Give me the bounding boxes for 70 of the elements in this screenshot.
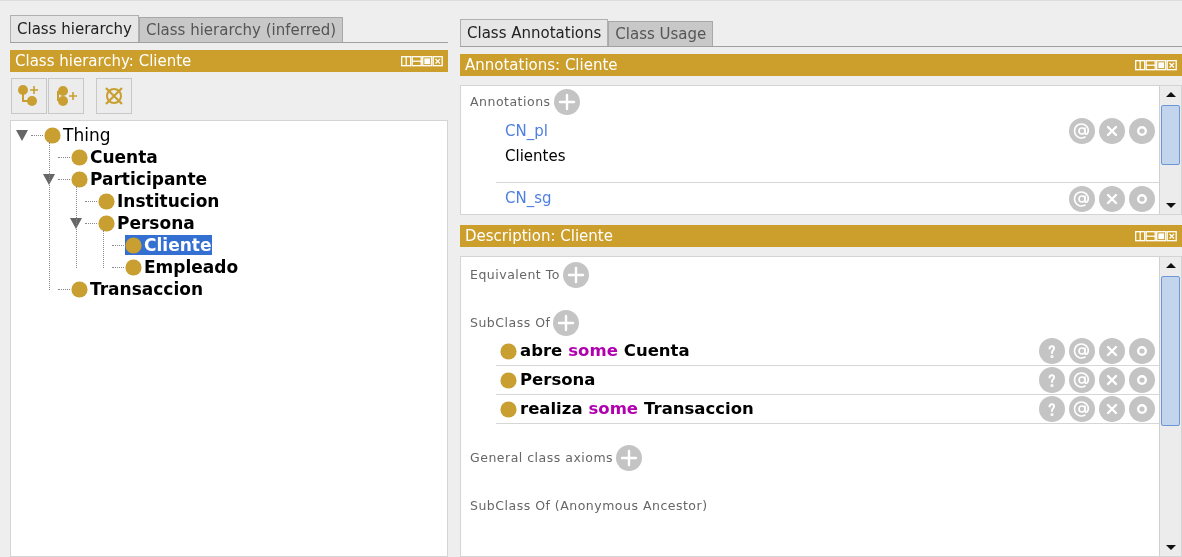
close-icon[interactable]: [1099, 396, 1125, 422]
annotation-property[interactable]: CN_pl: [505, 119, 548, 143]
view-title: Annotations: Cliente: [465, 54, 618, 76]
at-sign-icon[interactable]: [1069, 118, 1095, 144]
view-controls-icon[interactable]: [1135, 59, 1177, 71]
section-title: SubClass Of: [470, 313, 551, 332]
tree-item[interactable]: Transaccion: [71, 279, 204, 299]
circle-icon[interactable]: [1129, 338, 1155, 364]
tab[interactable]: Class Usage: [608, 21, 714, 46]
close-icon[interactable]: [1099, 185, 1125, 212]
tree-item[interactable]: Cuenta: [71, 147, 158, 167]
class-icon: [44, 126, 61, 144]
add-subclass-button[interactable]: [11, 78, 47, 114]
section-title: SubClass Of (Anonymous Ancestor): [470, 496, 708, 515]
add-icon[interactable]: [553, 89, 580, 115]
circle-icon[interactable]: [1129, 185, 1155, 212]
class-expression[interactable]: realiza some Transaccion: [496, 396, 754, 422]
annotation-value: Clientes: [505, 146, 567, 167]
circle-icon[interactable]: [1129, 396, 1155, 422]
class-icon: [125, 258, 142, 276]
close-icon[interactable]: [1099, 367, 1125, 393]
add-icon[interactable]: [553, 310, 580, 336]
at-sign-icon[interactable]: [1069, 338, 1095, 364]
expand-toggle-icon[interactable]: [43, 173, 55, 185]
class-icon: [71, 280, 88, 298]
tree-item[interactable]: Persona: [98, 213, 195, 233]
delete-class-button[interactable]: [96, 78, 132, 114]
circle-icon[interactable]: [1129, 118, 1155, 144]
class-icon: [500, 400, 517, 418]
class-icon: [125, 236, 142, 254]
view-title: Class hierarchy: Cliente: [15, 50, 192, 72]
section-title: Equivalent To: [470, 265, 560, 284]
tree-item[interactable]: Participante: [71, 169, 208, 189]
at-sign-icon[interactable]: [1069, 185, 1095, 212]
class-icon: [500, 371, 517, 389]
at-sign-icon[interactable]: [1069, 396, 1095, 422]
add-sibling-button[interactable]: [48, 78, 84, 114]
tree-item[interactable]: Institucion: [98, 191, 220, 211]
view-title: Description: Cliente: [465, 225, 613, 247]
circle-icon[interactable]: [1129, 367, 1155, 393]
class-icon: [71, 148, 88, 166]
scrollbar[interactable]: [1159, 86, 1181, 214]
tree-item[interactable]: Thing: [44, 125, 111, 145]
class-icon: [500, 342, 517, 360]
question-mark-icon[interactable]: [1039, 396, 1065, 422]
question-mark-icon[interactable]: [1039, 367, 1065, 393]
expand-toggle-icon[interactable]: [16, 129, 28, 141]
add-icon[interactable]: [616, 445, 643, 471]
tree-item[interactable]: Cliente: [125, 235, 213, 255]
tree-item[interactable]: Empleado: [125, 257, 239, 277]
question-mark-icon[interactable]: [1039, 338, 1065, 364]
class-expression[interactable]: Persona: [496, 367, 596, 393]
class-icon: [98, 214, 115, 232]
expand-toggle-icon[interactable]: [70, 217, 82, 229]
tab[interactable]: Class Annotations: [460, 19, 609, 46]
add-icon[interactable]: [562, 262, 589, 288]
at-sign-icon[interactable]: [1069, 367, 1095, 393]
close-icon[interactable]: [1099, 118, 1125, 144]
annotation-property[interactable]: CN_sg: [505, 187, 552, 210]
view-controls-icon[interactable]: [401, 55, 443, 67]
class-icon: [71, 170, 88, 188]
view-controls-icon[interactable]: [1135, 230, 1177, 242]
scrollbar[interactable]: [1159, 257, 1181, 556]
class-icon: [98, 192, 115, 210]
class-expression[interactable]: abre some Cuenta: [496, 338, 690, 364]
tab[interactable]: Class hierarchy: [10, 15, 139, 42]
section-title: Annotations: [470, 92, 551, 111]
close-icon[interactable]: [1099, 338, 1125, 364]
section-title: General class axioms: [470, 448, 614, 467]
tab[interactable]: Class hierarchy (inferred): [138, 17, 344, 42]
